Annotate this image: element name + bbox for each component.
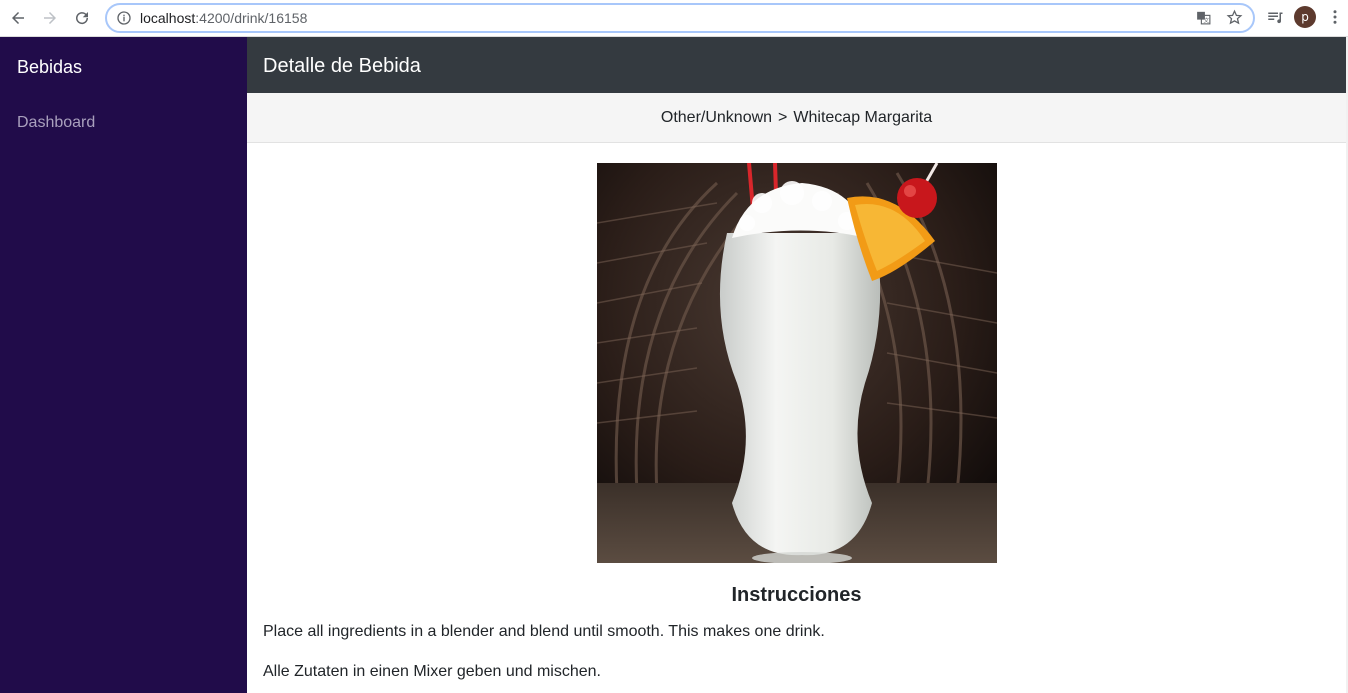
info-icon[interactable] xyxy=(116,10,132,26)
reload-icon xyxy=(76,12,89,25)
arrow-left-icon xyxy=(12,12,24,24)
breadcrumb: Other/Unknown > Whitecap Margarita xyxy=(247,93,1346,143)
back-button[interactable] xyxy=(4,4,32,32)
kebab-menu-icon[interactable] xyxy=(1326,8,1344,26)
sidebar: Bebidas Dashboard xyxy=(0,37,247,693)
instructions-text-de: Alle Zutaten in einen Mixer geben und mi… xyxy=(263,663,601,680)
breadcrumb-separator: > xyxy=(778,108,788,126)
arrow-right-icon xyxy=(44,12,56,24)
breadcrumb-category[interactable]: Other/Unknown xyxy=(661,109,772,127)
instructions-heading: Instrucciones xyxy=(731,584,862,606)
main-content: Detalle de Bebida Other/Unknown > Whitec… xyxy=(247,37,1346,693)
browser-toolbar: localhost:4200/drink/16158 文 p xyxy=(0,0,1348,37)
cocktail-illustration xyxy=(597,163,997,563)
instructions-text-en: Place all ingredients in a blender and b… xyxy=(263,623,825,640)
translate-icon[interactable]: 文 xyxy=(1195,9,1212,26)
forward-button[interactable] xyxy=(36,4,64,32)
reload-button[interactable] xyxy=(68,4,96,32)
url-text[interactable]: localhost:4200/drink/16158 xyxy=(140,10,307,26)
media-playlist-icon[interactable] xyxy=(1266,8,1284,26)
star-icon[interactable] xyxy=(1226,9,1243,26)
breadcrumb-drink: Whitecap Margarita xyxy=(793,108,933,126)
profile-avatar[interactable]: p xyxy=(1294,6,1316,28)
drink-image xyxy=(597,163,997,563)
sidebar-item-dashboard[interactable]: Dashboard xyxy=(17,114,95,132)
page-header: Detalle de Bebida xyxy=(247,37,1346,93)
address-bar[interactable]: localhost:4200/drink/16158 文 xyxy=(105,3,1255,33)
sidebar-brand[interactable]: Bebidas xyxy=(17,57,82,78)
page-title: Detalle de Bebida xyxy=(263,55,421,77)
